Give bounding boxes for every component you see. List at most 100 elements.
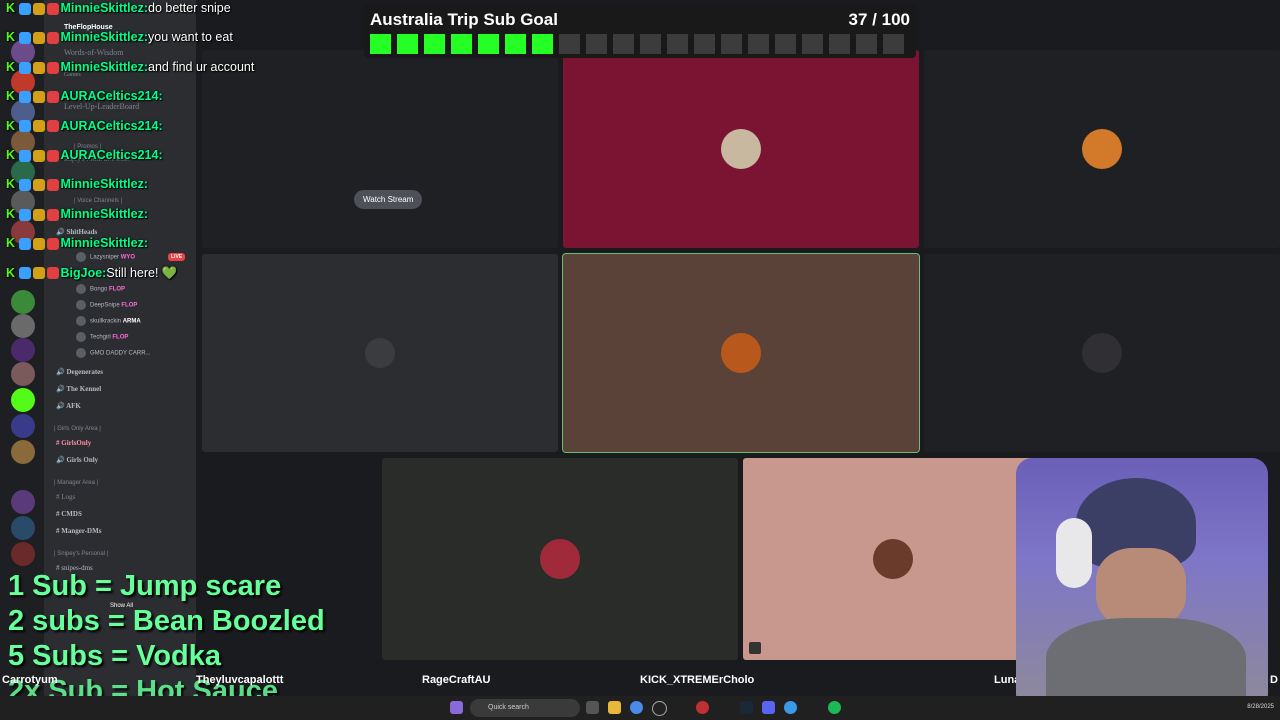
user-badge-icon: [46, 32, 59, 45]
watch-stream-button[interactable]: Watch Stream: [354, 190, 423, 209]
progress-segment: [829, 34, 850, 54]
chrome-icon[interactable]: [630, 701, 643, 714]
category-header: | Snipey's Personal |: [54, 551, 109, 557]
chat-message: K MinnieSkittlez:you want to eat: [6, 30, 233, 48]
user-badge-icon: [18, 208, 31, 221]
user-badge-icon: [18, 237, 31, 250]
category-header: | Manager Area |: [54, 480, 99, 486]
avatar: [76, 348, 86, 358]
task-view-icon[interactable]: [586, 701, 599, 714]
chat-message: K AURACeltics214:: [6, 89, 163, 107]
channel-item[interactable]: Words-of-Wisdom: [64, 48, 123, 57]
progress-segment: [532, 34, 553, 54]
user-badge-icon: [18, 61, 31, 74]
sub-goal-widget: Australia Trip Sub Goal 37 / 100: [364, 4, 916, 58]
user-badge-icon: [46, 120, 59, 133]
chat-message: K MinnieSkittlez:: [6, 236, 148, 254]
server-icon[interactable]: [11, 414, 35, 438]
voice-channel[interactable]: 🔊 The Kennel: [56, 385, 101, 393]
participant-tile[interactable]: [382, 458, 738, 660]
text-channel[interactable]: # Manger-DMs: [56, 527, 101, 535]
server-icon[interactable]: [11, 362, 35, 386]
user-badge-icon: [32, 237, 45, 250]
kick-icon: K: [6, 177, 19, 192]
category-header: | Voice Channels |: [74, 198, 123, 204]
user-badge-icon: [18, 267, 31, 280]
tile-name: D: [1270, 674, 1278, 686]
steam-icon[interactable]: [740, 701, 753, 714]
avatar: [540, 539, 580, 579]
user-badge-icon: [32, 90, 45, 103]
user-badge-icon: [32, 179, 45, 192]
server-icon[interactable]: [11, 338, 35, 362]
chat-message: K MinnieSkittlez:: [6, 177, 148, 195]
progress-segment: [667, 34, 688, 54]
chat-text: and find ur account: [148, 59, 255, 74]
chat-username: AURACeltics214:: [60, 148, 163, 162]
text-channel[interactable]: # GirlsOnly: [56, 439, 91, 447]
voice-channel[interactable]: 🔊 Degenerates: [56, 368, 103, 376]
voice-channel-label: Girls Only: [66, 456, 99, 464]
user-badge-icon: [18, 179, 31, 192]
user-badge-icon: [46, 267, 59, 280]
chat-message: K AURACeltics214:: [6, 148, 163, 166]
file-explorer-icon[interactable]: [608, 701, 621, 714]
server-icon[interactable]: [11, 314, 35, 338]
avatar: [76, 284, 86, 294]
voice-user-name: GMO DADDY CARR...: [90, 350, 151, 357]
avatar: [76, 300, 86, 310]
chat-username: MinnieSkittlez:: [60, 1, 149, 15]
participant-tile[interactable]: [563, 50, 919, 248]
participant-tile[interactable]: [924, 50, 1280, 248]
participant-tile-speaking[interactable]: [562, 253, 920, 453]
kick-icon: K: [6, 30, 19, 45]
webcam-feed: [1016, 458, 1268, 710]
browser-icon[interactable]: [784, 701, 797, 714]
text-channel[interactable]: # Logs: [56, 493, 75, 501]
kick-icon: K: [6, 206, 19, 221]
progress-segment: [802, 34, 823, 54]
user-badge-icon: [46, 90, 59, 103]
streamer-face: [1096, 548, 1186, 628]
user-badge-icon: [18, 90, 31, 103]
goal-list-item: 2 subs = Bean Boozled: [8, 605, 325, 637]
progress-segment: [640, 34, 661, 54]
avatar: [1082, 333, 1122, 373]
voice-user[interactable]: skullkrackin ARMA: [76, 316, 141, 326]
kick-server-icon[interactable]: [11, 388, 35, 412]
kick-icon: K: [6, 89, 19, 104]
sub-goal-title: Australia Trip Sub Goal: [370, 10, 558, 29]
app-icon[interactable]: [696, 701, 709, 714]
taskbar-search[interactable]: Quick search: [470, 699, 580, 717]
voice-user[interactable]: GMO DADDY CARR...: [76, 348, 151, 358]
server-icon[interactable]: [11, 542, 35, 566]
text-channel[interactable]: # CMDS: [56, 510, 82, 518]
picture-icon[interactable]: [749, 642, 761, 654]
category-header: | Girls Only Area |: [54, 426, 101, 432]
chat-username: MinnieSkittlez:: [60, 59, 149, 74]
kick-icon: K: [6, 59, 19, 74]
progress-segment: [613, 34, 634, 54]
participant-tile[interactable]: [924, 254, 1280, 452]
voice-user[interactable]: Bongo FLOP: [76, 284, 125, 294]
github-icon[interactable]: [652, 701, 667, 716]
app-icon[interactable]: [450, 701, 463, 714]
voice-channel-shitheads[interactable]: 🔊 ShitHeads: [56, 228, 97, 236]
server-icon[interactable]: [11, 290, 35, 314]
participant-tile[interactable]: [202, 254, 558, 452]
discord-icon[interactable]: [762, 701, 775, 714]
screen-share-tile[interactable]: Watch Stream: [202, 50, 558, 248]
voice-channel[interactable]: 🔊 AFK: [56, 402, 81, 410]
voice-user[interactable]: Techgirl FLOP: [76, 332, 128, 342]
user-badge-icon: [18, 32, 31, 45]
spotify-icon[interactable]: [828, 701, 841, 714]
voice-channel[interactable]: 🔊 Girls Only: [56, 456, 98, 464]
chat-text: you want to eat: [148, 30, 233, 45]
participant-tile[interactable]: [743, 458, 1043, 660]
server-icon[interactable]: [11, 440, 35, 464]
voice-user[interactable]: DeepSnipe FLOP: [76, 300, 137, 310]
server-icon[interactable]: [11, 516, 35, 540]
user-tag: FLOP: [109, 286, 126, 293]
server-icon[interactable]: [11, 490, 35, 514]
channel-label: Manger-DMs: [61, 527, 102, 535]
